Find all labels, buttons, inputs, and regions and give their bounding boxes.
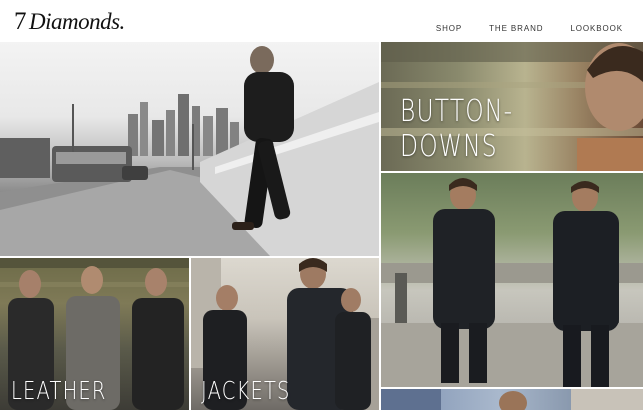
coats-photo-image	[381, 178, 643, 387]
tile-city-bridge[interactable]	[0, 42, 379, 256]
brand-logo[interactable]: 7 Diamonds.	[14, 8, 125, 36]
more-photo-image	[381, 389, 643, 410]
city-photo-image	[0, 46, 379, 256]
tile-leather[interactable]: LEATHER	[0, 258, 189, 410]
tile-jackets[interactable]: JACKETS	[191, 258, 379, 410]
site-header: 7 Diamonds. SHOP THE BRAND LOOKBOOK	[0, 0, 643, 42]
tile-coats[interactable]	[381, 173, 643, 387]
tile-leather-label: LEATHER	[11, 376, 107, 405]
nav-lookbook[interactable]: LOOKBOOK	[570, 24, 623, 33]
main-nav: SHOP THE BRAND LOOKBOOK	[436, 24, 623, 33]
nav-shop[interactable]: SHOP	[436, 24, 462, 33]
brand-logo-number: 7	[14, 8, 27, 35]
tile-button-downs-label: BUTTON-DOWNS	[400, 94, 514, 164]
nav-the-brand[interactable]: THE BRAND	[489, 24, 543, 33]
tile-jackets-label: JACKETS	[201, 376, 291, 405]
tile-button-downs[interactable]: BUTTON-DOWNS	[381, 42, 643, 171]
brand-logo-name: Diamonds.	[29, 9, 125, 34]
tile-more[interactable]	[381, 389, 643, 410]
